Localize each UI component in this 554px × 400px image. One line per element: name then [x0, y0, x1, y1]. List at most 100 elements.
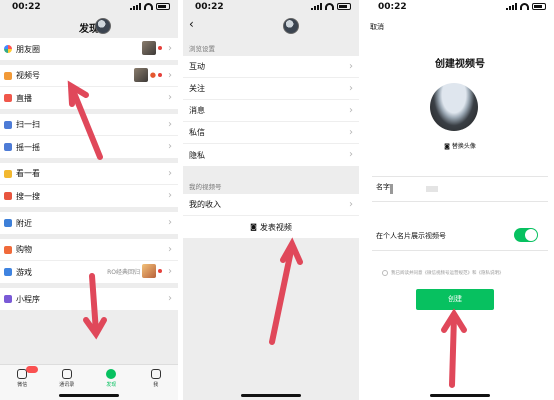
shake-icon	[4, 143, 12, 151]
name-label: 名字	[376, 183, 390, 191]
person-icon	[150, 369, 161, 379]
list-item-shopping[interactable]: 购物 ›	[0, 239, 178, 261]
list-item-label: 购物	[16, 245, 32, 254]
list-item-top-stories[interactable]: 看一看 ›	[0, 163, 178, 185]
chevron-right-icon: ›	[168, 293, 172, 304]
channels-icon	[4, 72, 12, 80]
list-item-label: 扫一扫	[16, 120, 40, 129]
list-item-interactions[interactable]: 互动 ›	[183, 56, 359, 78]
tab-me[interactable]: 我	[134, 365, 179, 400]
status-bar: 00:22	[366, 0, 554, 14]
chevron-right-icon: ›	[349, 83, 353, 94]
cancel-button[interactable]: 取消	[370, 22, 384, 32]
list-item-label: 游戏	[16, 267, 32, 277]
page-title: 创建视频号	[435, 59, 485, 70]
chevron-right-icon: ›	[349, 105, 353, 116]
list-item-direct-messages[interactable]: 私信 ›	[183, 122, 359, 144]
contacts-icon	[61, 369, 72, 379]
group-channels: 视频号 ● › 直播 ›	[0, 65, 178, 109]
list-item-shake[interactable]: 摇一摇 ›	[0, 136, 178, 158]
list-item-moments[interactable]: 朋友圈 ›	[0, 38, 178, 60]
status-bar: 00:22	[183, 0, 359, 14]
home-indicator	[430, 394, 490, 397]
list-item-search[interactable]: 搜一搜 ›	[0, 185, 178, 207]
list-item-channels[interactable]: 视频号 ● ›	[0, 65, 178, 87]
unread-badge	[26, 366, 38, 373]
list-item-scan[interactable]: 扫一扫 ›	[0, 114, 178, 136]
chevron-right-icon: ›	[168, 43, 172, 54]
agreement-text[interactable]: 我已阅读并同意《微信视频号运营规范》和《隐私说明》	[391, 270, 504, 276]
settings-group: 互动 › 关注 › 消息 › 私信 › 隐私 ›	[183, 56, 359, 166]
section-label-my-channel: 我的视频号	[189, 183, 222, 191]
home-indicator	[59, 394, 119, 397]
status-time: 00:22	[12, 2, 41, 12]
list-item-label: 附近	[16, 218, 32, 228]
list-item-games[interactable]: 游戏 RO经典回归 ›	[0, 261, 178, 283]
profile-avatar[interactable]	[430, 83, 478, 131]
tab-label: 发现	[106, 382, 117, 388]
badge-dot	[158, 46, 162, 50]
list-item-label: 视频号	[16, 71, 40, 80]
chevron-right-icon: ›	[349, 61, 353, 72]
name-input[interactable]	[390, 184, 393, 194]
tab-label: 通讯录	[59, 382, 75, 388]
games-promo-text: RO经典回归	[107, 268, 140, 276]
chevron-right-icon: ›	[168, 92, 172, 103]
group-moments: 朋友圈 ›	[0, 38, 178, 60]
home-indicator	[241, 394, 301, 397]
list-item-label: 朋友圈	[16, 44, 40, 54]
badge-dot	[158, 73, 162, 77]
list-item-nearby[interactable]: 附近 ›	[0, 212, 178, 234]
post-video-button[interactable]: ◙ 发表视频	[183, 216, 359, 238]
wifi-icon	[325, 3, 334, 10]
chevron-right-icon: ›	[349, 199, 353, 210]
change-avatar-label: 替换头像	[451, 143, 476, 150]
camera-icon: ◙	[444, 143, 450, 150]
mini-programs-icon	[4, 295, 12, 303]
battery-icon	[156, 3, 170, 10]
top-stories-icon	[4, 170, 12, 178]
chevron-right-icon: ›	[349, 127, 353, 138]
group-top-stories: 看一看 › 搜一搜 ›	[0, 163, 178, 207]
moments-icon	[4, 45, 12, 53]
list-item-label: 直播	[16, 93, 32, 103]
create-button[interactable]: 创建	[416, 289, 494, 310]
chevron-right-icon: ›	[168, 168, 172, 179]
nearby-icon	[4, 219, 12, 227]
chevron-right-icon: ›	[168, 141, 172, 152]
avatar[interactable]	[95, 18, 111, 34]
page-title: 发现	[79, 24, 99, 35]
list-item-label: 隐私	[189, 150, 205, 160]
list-item-label: 小程序	[16, 294, 40, 304]
list-item-mini-programs[interactable]: 小程序 ›	[0, 288, 178, 310]
chevron-right-icon: ›	[168, 70, 172, 81]
back-icon[interactable]: ‹	[189, 17, 194, 31]
section-label-browse: 浏览设置	[189, 45, 215, 53]
shopping-icon	[4, 246, 12, 254]
tab-chats[interactable]: 微信	[0, 365, 45, 400]
tab-bar: 微信 通讯录 发现 我	[0, 364, 178, 400]
name-input-text	[426, 186, 438, 192]
agreement-checkbox[interactable]	[382, 270, 388, 276]
list-item-live[interactable]: 直播 ›	[0, 87, 178, 109]
list-item-label: 关注	[189, 84, 205, 93]
list-item-my-income[interactable]: 我的收入 ›	[183, 194, 359, 216]
camera-icon: ◙	[250, 223, 257, 231]
change-avatar-button[interactable]: ◙ 替换头像	[366, 141, 554, 150]
create-channel-screen: 00:22 取消 创建视频号 ◙ 替换头像 名字 在个人名片展示视频号 我已阅读…	[366, 0, 554, 400]
post-video-label: 发表视频	[259, 222, 292, 232]
list-item-label: 消息	[189, 106, 205, 115]
list-item-label: 我的收入	[189, 200, 221, 209]
badge-dot	[158, 269, 162, 273]
list-item-messages[interactable]: 消息 ›	[183, 100, 359, 122]
chevron-right-icon: ›	[168, 119, 172, 130]
avatar[interactable]	[283, 18, 299, 34]
live-icon	[4, 94, 12, 102]
tab-label: 微信	[17, 382, 28, 388]
compass-icon	[106, 369, 117, 379]
list-item-privacy[interactable]: 隐私 ›	[183, 144, 359, 166]
show-on-card-toggle[interactable]	[514, 228, 538, 242]
list-item-following[interactable]: 关注 ›	[183, 78, 359, 100]
chevron-right-icon: ›	[168, 244, 172, 255]
group-shopping: 购物 › 游戏 RO经典回归 ›	[0, 239, 178, 283]
